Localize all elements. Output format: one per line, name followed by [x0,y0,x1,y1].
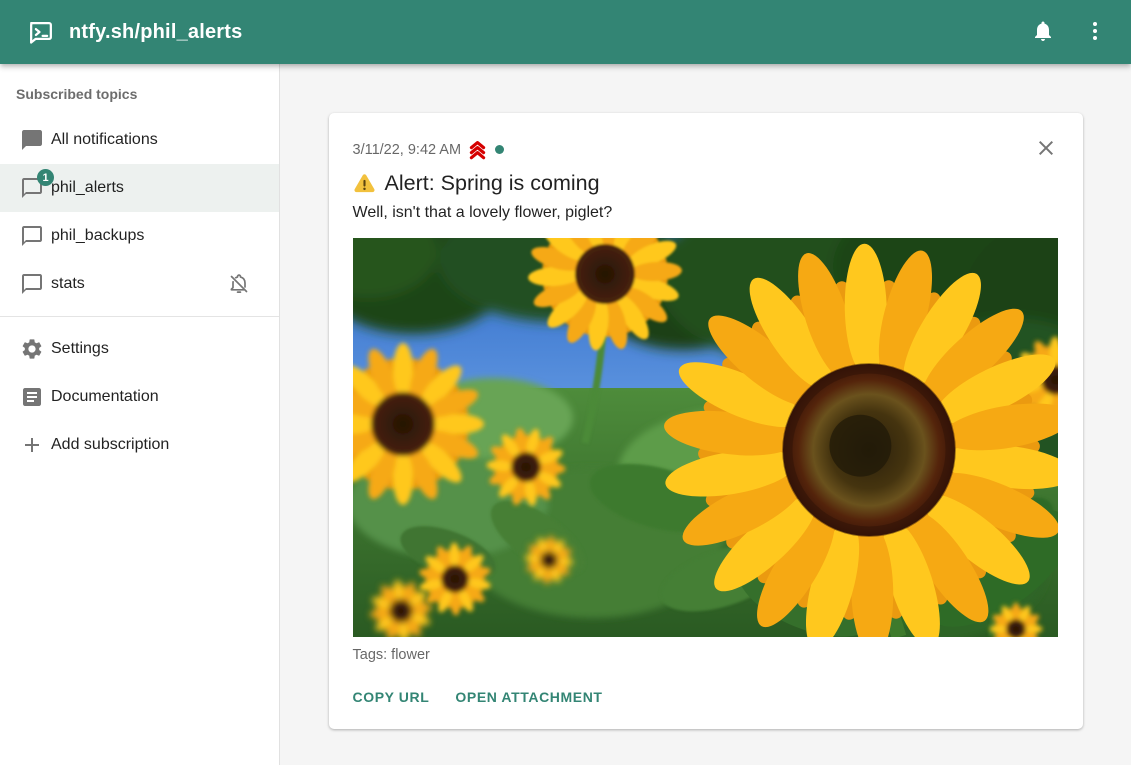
sidebar-item-settings[interactable]: Settings [0,325,279,373]
sidebar-item-label: Add subscription [51,436,169,454]
copy-url-button[interactable]: COPY URL [345,681,438,713]
sidebar-item-all-notifications[interactable]: All notifications [0,116,279,164]
notifications-bell-button[interactable] [1021,10,1065,54]
open-attachment-button[interactable]: OPEN ATTACHMENT [447,681,610,713]
sidebar-item-stats[interactable]: stats [0,260,279,308]
priority-urgent-icon [467,139,488,160]
sidebar-item-label: stats [51,275,85,293]
article-icon [20,385,44,409]
subscribed-topics-label: Subscribed topics [0,66,279,116]
notification-timestamp: 3/11/22, 9:42 AM [353,142,462,158]
plus-icon [20,433,44,457]
notification-title: Alert: Spring is coming [353,169,1059,197]
sidebar-divider [0,316,279,317]
overflow-menu-button[interactable] [1073,10,1117,54]
sidebar-item-label: phil_alerts [51,179,124,197]
attachment-image[interactable] [353,238,1058,637]
close-icon [1034,148,1058,163]
card-actions: COPY URL OPEN ATTACHMENT [345,681,1059,713]
sidebar-item-label: All notifications [51,131,158,149]
warning-icon [353,172,376,195]
chat-bubble-outline-icon [20,272,44,296]
notification-body: Well, isn't that a lovely flower, piglet… [353,204,1059,222]
close-notification-button[interactable] [1033,136,1059,162]
unread-count-badge: 1 [37,169,54,186]
chat-bubble-outline-icon [20,224,44,248]
sidebar-item-label: Settings [51,340,109,358]
sidebar-item-label: Documentation [51,388,159,406]
unread-dot [495,145,504,154]
page-title: ntfy.sh/phil_alerts [69,21,242,44]
ntfy-logo-icon [28,19,55,46]
notification-title-text: Alert: Spring is coming [385,169,600,197]
bell-icon [1031,19,1055,46]
notifications-muted-icon [227,272,251,296]
main-content: 3/11/22, 9:42 AM [280,64,1131,765]
notification-meta: 3/11/22, 9:42 AM [353,139,1059,160]
app-bar: ntfy.sh/phil_alerts [0,0,1131,64]
notification-card: 3/11/22, 9:42 AM [329,113,1083,729]
sidebar: Subscribed topics All notifications 1 ph… [0,64,280,765]
kebab-menu-icon [1083,19,1107,46]
gear-icon [20,337,44,361]
chat-bubble-filled-icon [20,128,44,152]
sidebar-item-documentation[interactable]: Documentation [0,373,279,421]
chat-bubble-outline-icon: 1 [20,176,44,200]
sidebar-item-label: phil_backups [51,227,144,245]
sidebar-item-add-subscription[interactable]: Add subscription [0,421,279,469]
sidebar-item-phil-alerts[interactable]: 1 phil_alerts [0,164,279,212]
notification-tags: Tags: flower [353,647,1059,663]
sidebar-item-phil-backups[interactable]: phil_backups [0,212,279,260]
